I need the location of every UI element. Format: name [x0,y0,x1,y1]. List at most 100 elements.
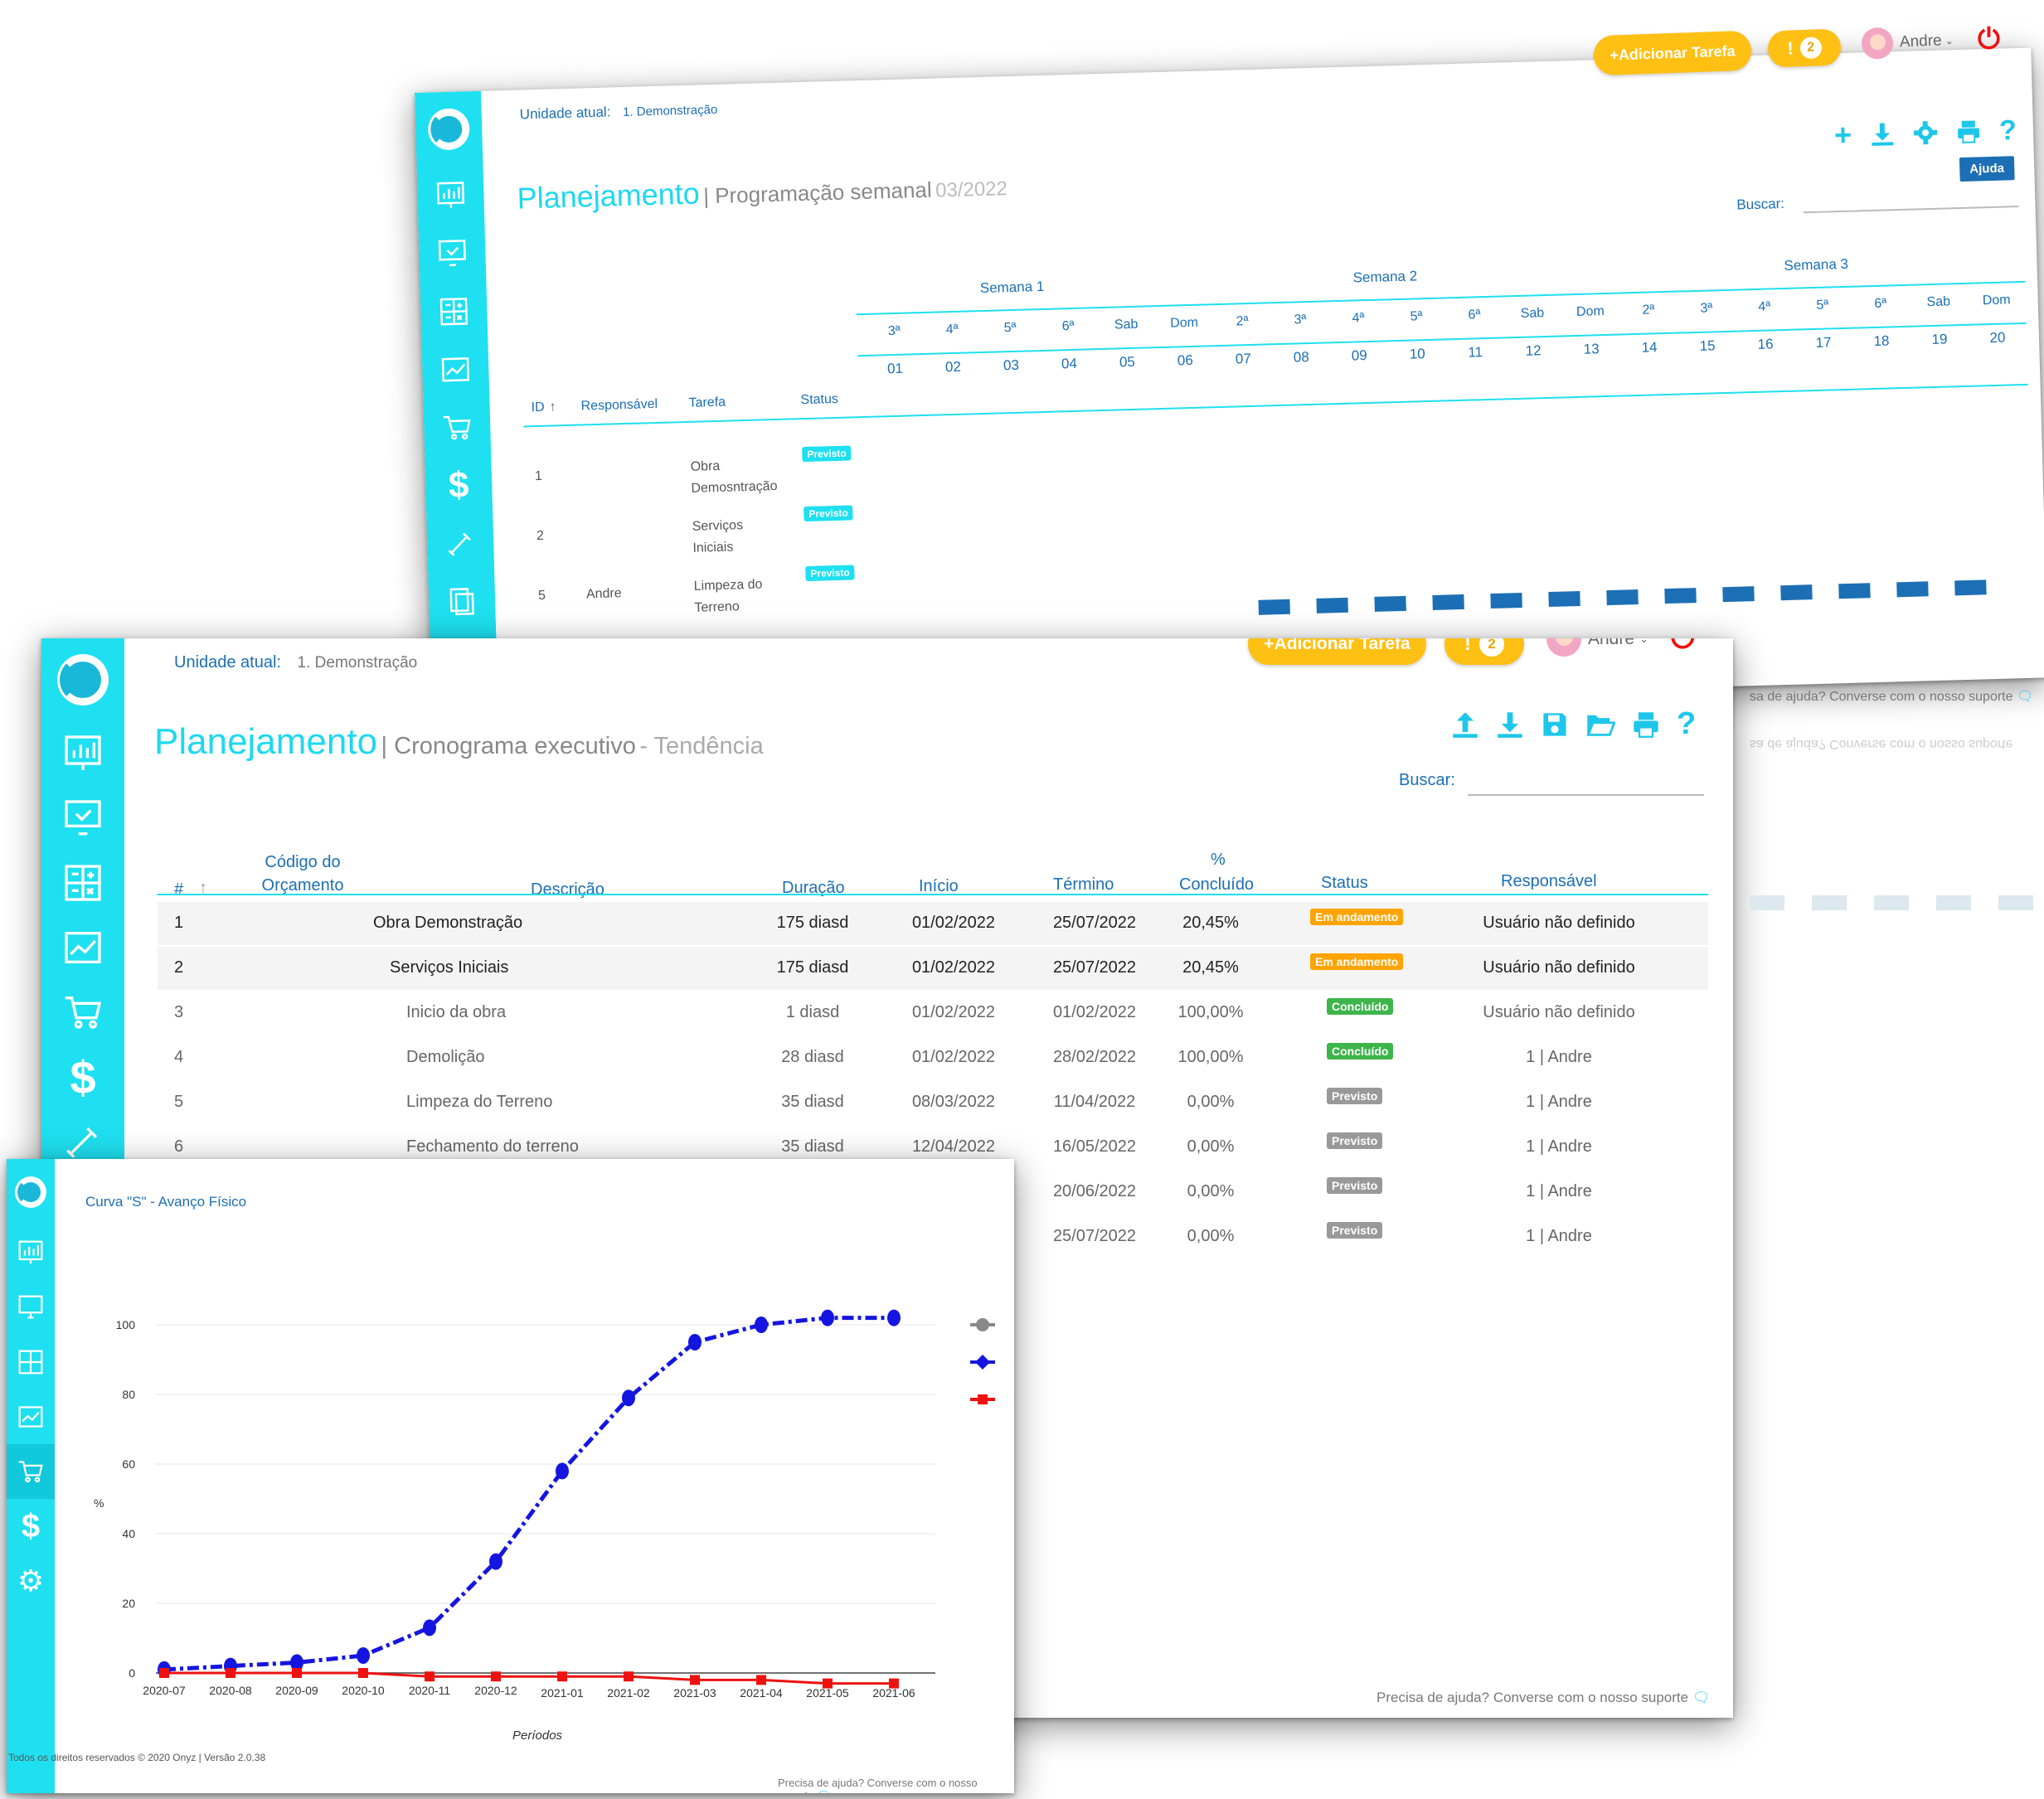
add-task-button[interactable]: + Adicionar Tarefa [1248,638,1426,665]
schedule-footer-help[interactable]: Precisa de ajuda? Converse com o nosso s… [1376,1690,1710,1706]
row-percent: 0,00% [1187,1182,1235,1200]
table-row[interactable]: 2 Serviços Iniciais 175 diasd 01/02/2022 25/… [158,947,1708,990]
print-icon[interactable] [1955,114,1981,149]
table-row[interactable]: 4 Demolição 28 diasd 01/02/2022 28/02/2022 10… [158,1036,1708,1079]
table-row[interactable]: 5 Andre Limpeza do Terreno Previsto [527,565,877,633]
help-icon[interactable]: ? [1998,113,2017,148]
col-responsavel[interactable]: Responsável [580,397,658,415]
schedule-toolbar: ? [1451,706,1696,742]
search-input[interactable] [1803,206,2019,214]
day-cell: 02 [944,358,962,376]
chart-window-icon[interactable] [41,915,124,980]
dollar-icon[interactable]: $ [7,1499,55,1554]
sort-icon[interactable]: ↑ [549,400,556,415]
day-cell: 01 [886,360,904,377]
week-header: Semana 1 Semana 2 Semana 3 3ª 4ª 5ª 6ª Sab Do… [856,251,2027,383]
chart-window-icon[interactable] [7,1389,55,1444]
dollar-icon[interactable]: $ [425,456,493,516]
x-tick-label: 2020-11 [409,1684,451,1697]
upload-icon[interactable] [1451,706,1479,742]
download-icon[interactable] [1496,706,1524,742]
table-row[interactable]: 1 Obra Demosntração Previsto [524,445,874,513]
gantt-bar-segment[interactable] [1722,586,1755,603]
user-menu[interactable]: Andre ⌄ [1861,25,1954,60]
alerts-button[interactable]: ! 2 [1767,28,1842,68]
col-status[interactable]: Status [800,392,838,408]
gantt-bar-segment[interactable] [1490,592,1522,609]
col-tarefa[interactable]: Tarefa [688,395,726,411]
weekday-cell: 5ª [1003,320,1017,336]
gantt-bar-segment[interactable] [1316,597,1348,613]
print-icon[interactable] [1632,706,1660,742]
faded-bar [1936,895,1971,910]
table-row[interactable]: 3 Inicio da obra 1 diasd 01/02/2022 01/02/20… [158,992,1708,1035]
user-name: Andre [1899,32,1943,51]
table-row[interactable]: 2 Serviços Iniciais Previsto [526,505,876,573]
cart-icon[interactable] [7,1444,55,1499]
day-cell: 05 [1119,353,1136,371]
user-menu[interactable]: Andre ⌄ [1546,638,1648,657]
unit-selector[interactable]: Unidade atual: 1. Demonstração [520,101,718,124]
power-icon[interactable]: ⏻ [1671,638,1694,656]
col-codigo[interactable]: Código do Orçamento [236,851,369,897]
faded-bar [1998,895,2033,910]
table-row[interactable]: 1 Obra Demonstração 175 diasd 01/02/2022 25/… [158,902,1708,945]
curve-footer-help[interactable]: Precisa de ajuda? Converse com o nosso s… [778,1777,1014,1793]
col-descricao[interactable]: Descrição [531,880,604,900]
folder-open-icon[interactable] [1585,706,1615,742]
help-icon[interactable]: ? [1677,706,1696,742]
col-status[interactable]: Status [1321,874,1368,893]
day-cell: 14 [1641,339,1658,356]
table-row[interactable]: 5 Limpeza do Terreno 35 diasd 08/03/2022 11/… [158,1081,1708,1124]
gantt-bar-segment[interactable] [1548,590,1580,608]
gantt-bar-segment[interactable] [1838,583,1871,599]
calculator-icon[interactable] [7,1335,55,1389]
save-icon[interactable] [1541,706,1569,742]
dashboard-icon[interactable] [7,1225,55,1280]
x-tick-label: 2021-04 [740,1686,783,1700]
row-percent: 20,45% [1182,914,1239,932]
dashboard-icon[interactable] [417,166,485,225]
chart-window-icon[interactable] [421,340,489,400]
alerts-button[interactable]: ! 2 [1444,638,1524,665]
gantt-bar-segment[interactable] [1664,588,1697,604]
col-responsavel[interactable]: Responsável [1501,872,1597,891]
data-point [756,1675,766,1685]
unit-selector[interactable]: Unidade atual: 1. Demonstração [174,653,417,672]
series-line [164,1671,894,1685]
cart-icon[interactable] [41,980,124,1045]
x-tick-label: 2021-01 [541,1686,584,1700]
col-pct[interactable]: Concluído [1179,875,1254,895]
monitor-check-icon[interactable] [418,224,486,284]
monitor-icon[interactable] [7,1280,55,1335]
gear-icon[interactable] [1913,115,1939,151]
dollar-icon[interactable]: $ [41,1045,124,1109]
col-id[interactable]: ID [531,400,544,415]
weekly-footer-help[interactable]: sa de ajuda? Converse com o nosso suport… [1750,688,2033,705]
cart-icon[interactable] [423,398,491,458]
gantt-bar-segment[interactable] [1954,579,1987,596]
search-input[interactable] [1468,794,1704,796]
gantt-bar-segment[interactable] [1432,594,1464,610]
status-badge: Previsto [805,565,855,582]
power-icon[interactable]: ⏻ [1978,23,2000,56]
x-tick-label: 2021-03 [673,1686,716,1700]
add-task-button[interactable]: + Adicionar Tarefa [1593,30,1752,76]
gantt-bar-segment[interactable] [1258,599,1290,615]
monitor-check-icon[interactable] [41,786,124,851]
download-icon[interactable] [1870,116,1896,152]
dashboard-icon[interactable] [41,721,124,786]
gantt-bar-segment[interactable] [1780,584,1813,601]
tools-icon[interactable] [426,514,494,574]
col-termino[interactable]: Término [1053,875,1114,895]
gear-icon[interactable]: ⚙ [7,1554,55,1608]
col-num[interactable]: # [174,880,183,900]
calculator-icon[interactable] [420,282,488,342]
add-icon[interactable]: + [1834,118,1852,153]
gantt-bar-segment[interactable] [1374,595,1406,612]
row-percent: 100,00% [1177,1048,1244,1066]
gantt-bar-segment[interactable] [1606,589,1639,606]
documents-icon[interactable] [428,572,496,632]
calculator-icon[interactable] [41,851,124,915]
gantt-bar-segment[interactable] [1896,581,1929,598]
